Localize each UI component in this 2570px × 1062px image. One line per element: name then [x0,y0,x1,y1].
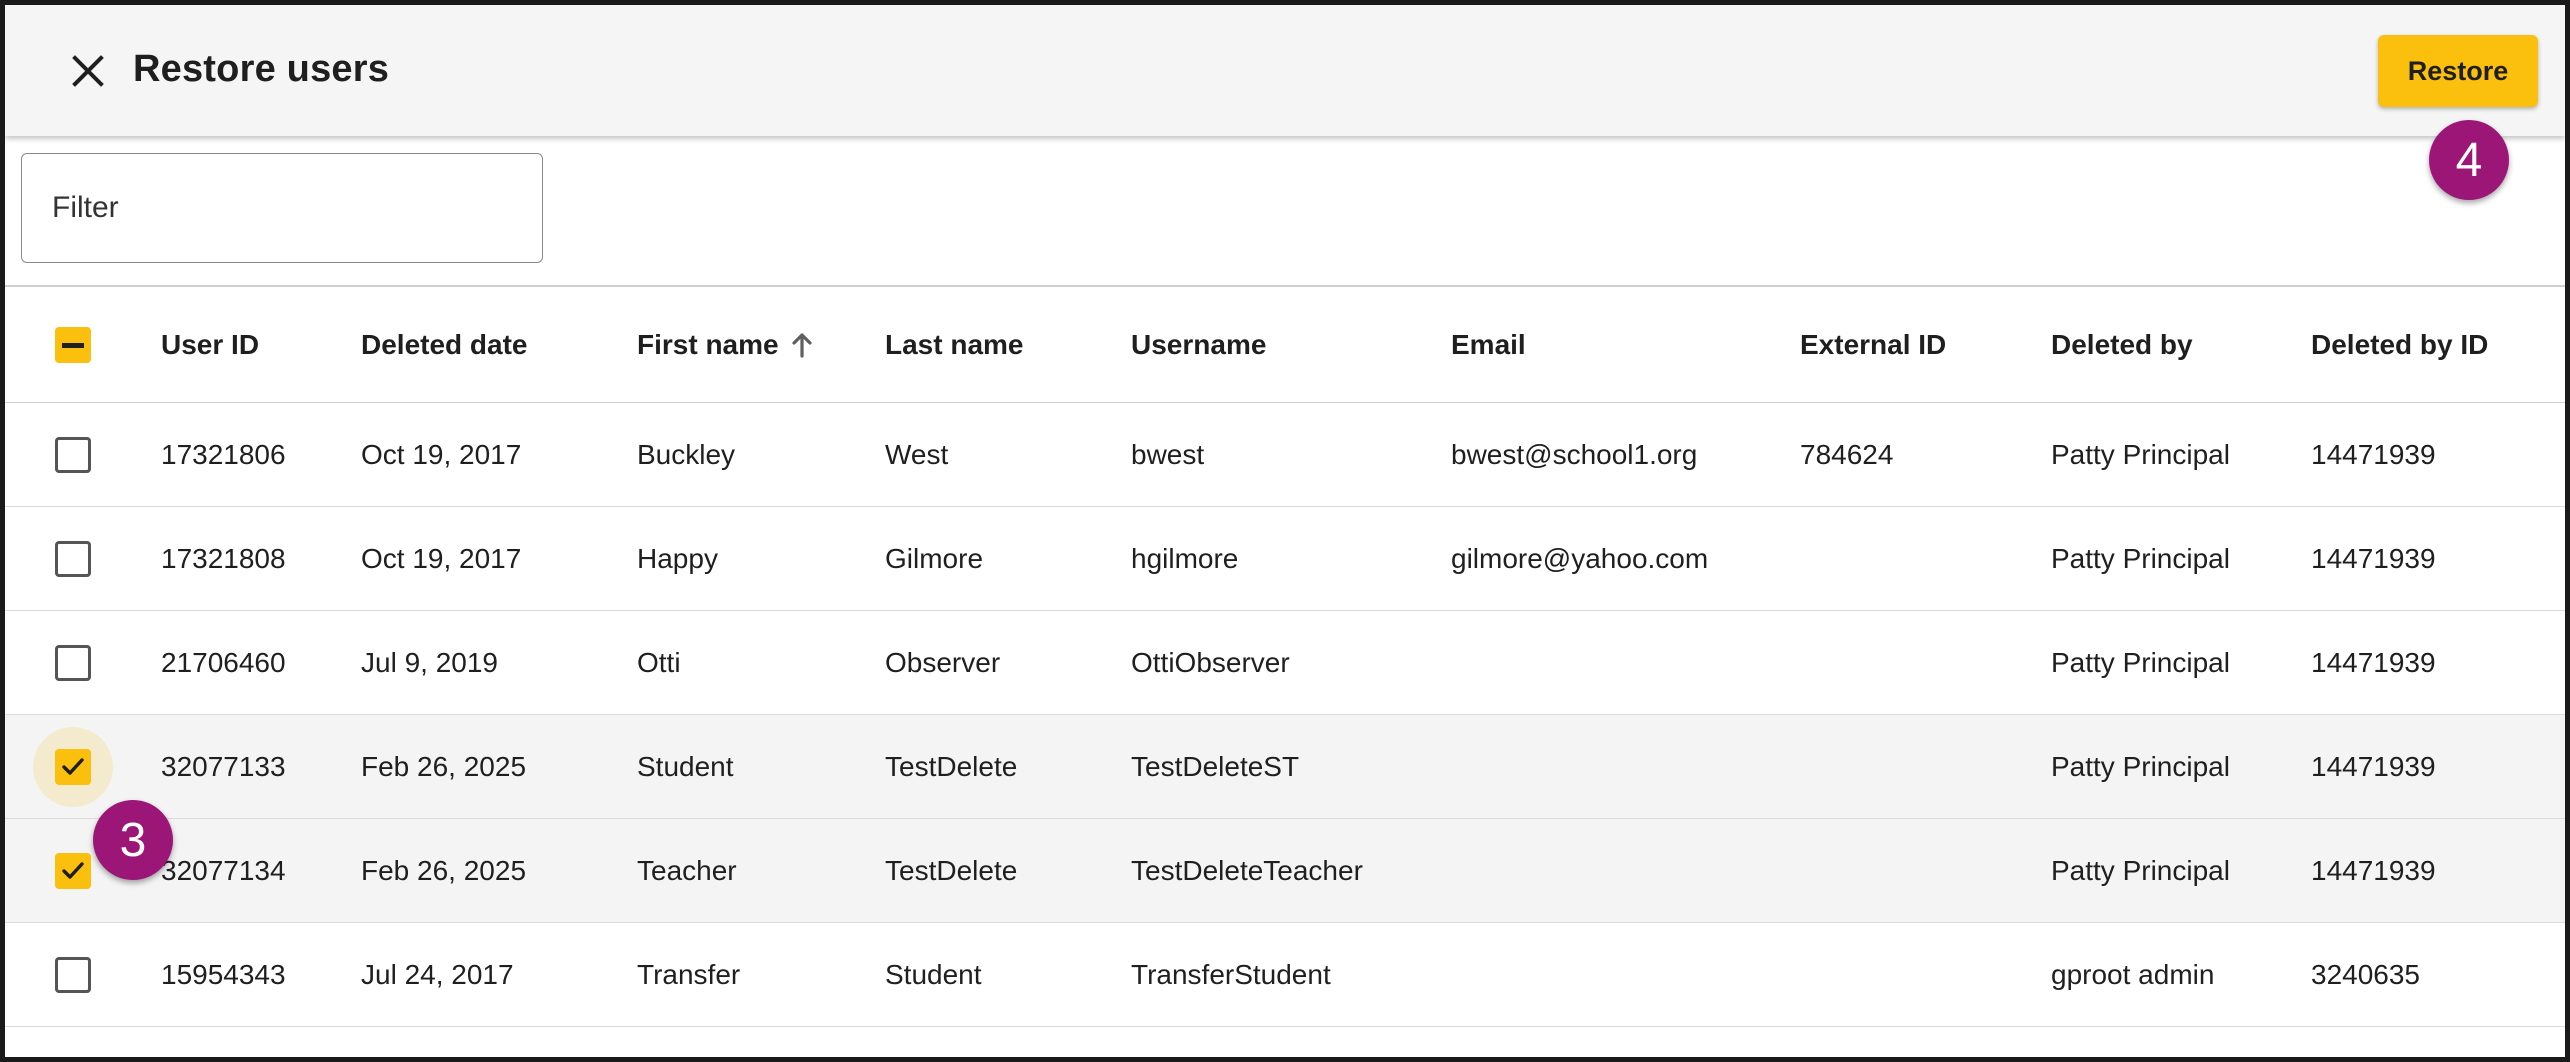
deleted-date-cell: Feb 26, 2025 [361,854,527,886]
last-name-cell: Student [885,958,982,990]
email-cell: bwest@school1.org [1451,438,1698,470]
username-cell: TransferStudent [1131,958,1331,990]
first-name-cell: Student [637,750,734,782]
deleted-by-cell: Patty Principal [2051,646,2230,678]
first-name-cell: Teacher [637,854,737,886]
deleted-by-cell: Patty Principal [2051,750,2230,782]
table-header-row: User ID Deleted date First name Last nam… [5,287,2565,403]
row-checkbox[interactable] [55,437,91,473]
first-name-cell: Otti [637,646,681,678]
column-header-email[interactable]: Email [1451,287,1526,402]
first-name-cell: Happy [637,542,718,574]
deleted-date-cell: Feb 26, 2025 [361,750,527,782]
column-header-deleted-date[interactable]: Deleted date [361,287,528,402]
last-name-cell: West [885,438,949,470]
minus-icon [62,342,84,348]
username-cell: TestDeleteTeacher [1131,854,1363,886]
user-id-cell: 32077133 [161,750,286,782]
restore-users-dialog: Restore users Restore 4 User ID Deleted … [0,0,2570,1062]
restore-button[interactable]: Restore [2378,35,2538,107]
column-header-username[interactable]: Username [1131,287,1266,402]
row-checkbox[interactable] [55,853,91,889]
row-checkbox[interactable] [55,645,91,681]
row-checkbox[interactable] [55,957,91,993]
deleted-date-cell: Jul 24, 2017 [361,958,514,990]
filter-input[interactable] [21,153,543,263]
last-name-cell: TestDelete [885,854,1018,886]
column-header-external-id[interactable]: External ID [1800,287,1946,402]
page-title: Restore users [133,48,390,90]
username-cell: OttiObserver [1131,646,1290,678]
table-row[interactable]: 32077133 Feb 26, 2025 Student TestDelete Tes… [5,715,2565,819]
table-row[interactable]: 17321806 Oct 19, 2017 Buckley West bwest bwes… [5,403,2565,507]
deleted-by-id-cell: 14471939 [2311,854,2436,886]
last-name-cell: Gilmore [885,542,984,574]
column-header-deleted-by-id[interactable]: Deleted by ID [2311,287,2488,402]
dialog-header: Restore users Restore [5,5,2565,136]
row-checkbox[interactable] [55,749,91,785]
row-checkbox[interactable] [55,541,91,577]
deleted-by-id-cell: 14471939 [2311,750,2436,782]
table-row[interactable]: 21706460 Jul 9, 2019 Otti Observer OttiObser… [5,611,2565,715]
close-button[interactable] [61,44,115,98]
column-header-first-name[interactable]: First name [637,287,813,402]
close-icon [72,55,104,87]
username-cell: bwest [1131,438,1205,470]
step-badge-4: 4 [2429,120,2509,200]
deleted-by-cell: Patty Principal [2051,542,2230,574]
table-row[interactable]: 17321808 Oct 19, 2017 Happy Gilmore hgilmore… [5,507,2565,611]
column-header-label: First name [637,328,779,360]
first-name-cell: Buckley [637,438,736,470]
column-header-last-name[interactable]: Last name [885,287,1024,402]
table-row[interactable]: 15954343 Jul 24, 2017 Transfer Student Trans… [5,923,2565,1027]
table-row[interactable]: 32077134 Feb 26, 2025 Teacher TestDelete Tes… [5,819,2565,923]
step-badge-3: 3 [93,800,173,880]
arrow-up-icon [791,332,813,358]
user-id-cell: 15954343 [161,958,286,990]
username-cell: hgilmore [1131,542,1239,574]
deleted-by-cell: gproot admin [2051,958,2215,990]
deleted-by-id-cell: 3240635 [2311,958,2421,990]
username-cell: TestDeleteST [1131,750,1300,782]
user-id-cell: 17321806 [161,438,286,470]
deleted-by-cell: Patty Principal [2051,854,2230,886]
user-id-cell: 21706460 [161,646,286,678]
user-id-cell: 32077134 [161,854,286,886]
deleted-by-id-cell: 14471939 [2311,646,2436,678]
select-all-checkbox[interactable] [55,327,91,363]
deleted-date-cell: Oct 19, 2017 [361,542,522,574]
check-icon [62,758,84,775]
column-header-user-id[interactable]: User ID [161,287,259,402]
last-name-cell: Observer [885,646,1001,678]
last-name-cell: TestDelete [885,750,1018,782]
user-id-cell: 17321808 [161,542,286,574]
deleted-date-cell: Oct 19, 2017 [361,438,522,470]
deleted-by-cell: Patty Principal [2051,438,2230,470]
deleted-by-id-cell: 14471939 [2311,438,2436,470]
column-header-deleted-by[interactable]: Deleted by [2051,287,2193,402]
deleted-by-id-cell: 14471939 [2311,542,2436,574]
external-id-cell: 784624 [1800,438,1894,470]
email-cell: gilmore@yahoo.com [1451,542,1709,574]
deleted-date-cell: Jul 9, 2019 [361,646,498,678]
check-icon [62,862,84,879]
first-name-cell: Transfer [637,958,741,990]
